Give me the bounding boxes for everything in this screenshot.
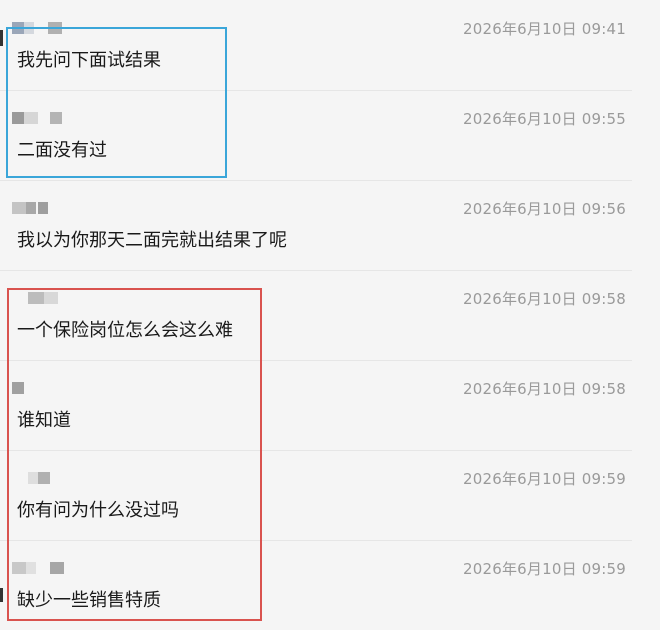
- message-timestamp: 2026年6月10日 09:59: [462, 560, 626, 578]
- chat-history: 2026年6月10日 09:41 我先问下面试结果 2026年6月10日 09:…: [0, 0, 660, 624]
- message-text: 缺少一些销售特质: [17, 590, 161, 611]
- chat-message[interactable]: 2026年6月10日 09:55 二面没有过: [0, 90, 632, 181]
- chat-message[interactable]: 2026年6月10日 09:59 缺少一些销售特质: [0, 540, 632, 630]
- message-text: 二面没有过: [17, 140, 107, 161]
- message-text: 你有问为什么没过吗: [17, 500, 179, 521]
- chat-message[interactable]: 2026年6月10日 09:56 我以为你那天二面完就出结果了呢: [0, 180, 632, 271]
- chat-message[interactable]: 2026年6月10日 09:59 你有问为什么没过吗: [0, 450, 632, 541]
- message-timestamp: 2026年6月10日 09:58: [462, 290, 626, 308]
- message-text: 我先问下面试结果: [17, 50, 161, 71]
- message-text: 我以为你那天二面完就出结果了呢: [17, 230, 287, 251]
- chat-message[interactable]: 2026年6月10日 09:58 谁知道: [0, 360, 632, 451]
- sender-avatar-pixelated: [12, 292, 72, 306]
- left-edge-mark: [0, 588, 3, 602]
- message-timestamp: 2026年6月10日 09:56: [462, 200, 626, 218]
- message-timestamp: 2026年6月10日 09:55: [462, 110, 626, 128]
- sender-avatar-pixelated: [12, 22, 72, 36]
- message-text: 谁知道: [17, 410, 71, 431]
- sender-avatar-pixelated: [12, 112, 72, 126]
- message-timestamp: 2026年6月10日 09:59: [462, 470, 626, 488]
- message-timestamp: 2026年6月10日 09:58: [462, 380, 626, 398]
- sender-avatar-pixelated: [12, 472, 72, 486]
- sender-avatar-pixelated: [12, 382, 72, 396]
- message-text: 一个保险岗位怎么会这么难: [17, 320, 233, 341]
- chat-message[interactable]: 2026年6月10日 09:41 我先问下面试结果: [0, 0, 632, 91]
- message-timestamp: 2026年6月10日 09:41: [462, 20, 626, 38]
- sender-avatar-pixelated: [12, 202, 72, 216]
- chat-message[interactable]: 2026年6月10日 09:58 一个保险岗位怎么会这么难: [0, 270, 632, 361]
- sender-avatar-pixelated: [12, 562, 72, 576]
- left-edge-mark: [0, 30, 3, 46]
